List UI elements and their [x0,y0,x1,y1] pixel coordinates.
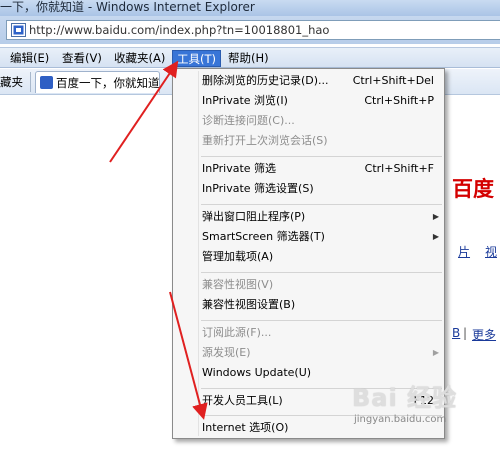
menu-diagnose-connection: 诊断连接问题(C)... [173,111,444,131]
menu-inprivate-filtering[interactable]: InPrivate 筛选 Ctrl+Shift+F [173,159,444,179]
favorites-label[interactable]: 藏夹 [0,74,23,90]
address-bar-row: http://www.baidu.com/index.php?tn=100188… [0,16,500,44]
menu-item-label: Windows Update(U) [202,366,312,379]
tab-title: 百度一下，你就知道 [56,76,160,90]
menu-help[interactable]: 帮助(H) [224,50,273,67]
menu-smartscreen-filter[interactable]: SmartScreen 筛选器(T) ▶ [173,227,444,247]
video-link-fragment[interactable]: 视 [485,243,497,260]
menu-separator [201,204,442,205]
menu-item-label: 诊断连接问题(C)... [202,114,295,127]
menu-item-shortcut: Ctrl+Shift+Del [352,74,434,87]
address-input[interactable]: http://www.baidu.com/index.php?tn=100188… [6,20,500,40]
menu-bar: 编辑(E) 查看(V) 收藏夹(A) 工具(T) 帮助(H) [0,47,500,68]
menu-item-label: InPrivate 筛选设置(S) [202,182,314,195]
baidu-logo-fragment: 百度 [452,177,494,201]
link-divider: | [463,326,468,340]
submenu-arrow-icon: ▶ [432,348,439,357]
menu-item-label: 订阅此源(F)... [202,326,272,339]
menu-item-label: 开发人员工具(L) [202,394,283,407]
menu-item-label: 兼容性视图(V) [202,278,274,291]
menu-view[interactable]: 查看(V) [58,50,106,67]
menu-item-label: 管理加载项(A) [202,250,274,263]
menu-popup-blocker[interactable]: 弹出窗口阻止程序(P) ▶ [173,207,444,227]
menu-compatibility-view: 兼容性视图(V) [173,275,444,295]
menu-feed-discovery: 源发现(E) ▶ [173,343,444,363]
menu-item-shortcut: Ctrl+Shift+P [364,94,434,107]
submenu-arrow-icon: ▶ [432,212,439,221]
menu-edit[interactable]: 编辑(E) [6,50,53,67]
window-title: 一下，你就知道 - Windows Internet Explorer [0,0,500,16]
menu-subscribe-feed: 订阅此源(F)... [173,323,444,343]
menu-item-label: 源发现(E) [202,346,251,359]
menu-manage-addons[interactable]: 管理加载项(A) [173,247,444,267]
menu-separator [201,320,442,321]
more-link-fragment[interactable]: 更多 [472,326,496,343]
menu-item-label: 删除浏览的历史记录(D)... [202,74,329,87]
baidu-jingyan-watermark: Bai 经验 jingyan.baidu.com [352,378,500,451]
menu-item-label: SmartScreen 筛选器(T) [202,230,325,243]
ie-page-icon [11,23,26,37]
menu-item-label: InPrivate 筛选 [202,162,277,175]
menu-separator [201,272,442,273]
menu-item-label: 弹出窗口阻止程序(P) [202,210,306,223]
submenu-arrow-icon: ▶ [432,232,439,241]
favorites-separator [30,72,31,92]
menu-separator [201,156,442,157]
menu-item-label: InPrivate 浏览(I) [202,94,288,107]
menu-favorites[interactable]: 收藏夹(A) [110,50,169,67]
menu-inprivate-filter-settings[interactable]: InPrivate 筛选设置(S) [173,179,444,199]
menu-item-label: Internet 选项(O) [202,421,289,434]
menu-item-label: 兼容性视图设置(B) [202,298,296,311]
address-url: http://www.baidu.com/index.php?tn=100188… [29,23,330,37]
watermark-url: jingyan.baidu.com [354,414,447,425]
watermark-logo: Bai 经验 [352,384,458,412]
menu-compatibility-view-settings[interactable]: 兼容性视图设置(B) [173,295,444,315]
link-fragment[interactable]: B [452,326,460,340]
baidu-paw-icon [40,76,53,89]
images-link-fragment[interactable]: 片 [458,243,470,260]
menu-tools[interactable]: 工具(T) [172,50,221,67]
menu-item-shortcut: Ctrl+Shift+F [364,162,434,175]
browser-tab[interactable]: 百度一下，你就知道 [35,71,160,93]
menu-delete-history[interactable]: 删除浏览的历史记录(D)... Ctrl+Shift+Del [173,71,444,91]
menu-reopen-session: 重新打开上次浏览会话(S) [173,131,444,151]
menu-inprivate-browsing[interactable]: InPrivate 浏览(I) Ctrl+Shift+P [173,91,444,111]
menu-item-label: 重新打开上次浏览会话(S) [202,134,328,147]
